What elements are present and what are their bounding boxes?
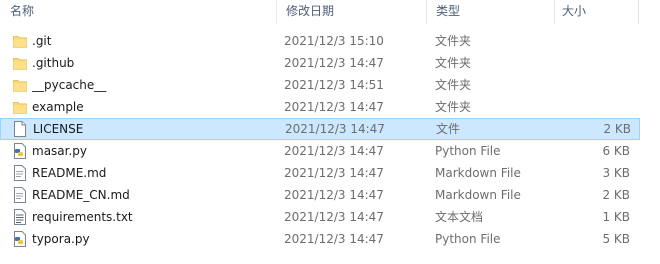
file-name: README_CN.md [32,188,130,202]
file-row[interactable]: .git 2021/12/3 15:10 文件夹 [0,30,640,52]
file-row-selected[interactable]: LICENSE 2021/12/3 14:47 文件 2 KB [0,118,640,140]
file-size: 2 KB [603,122,631,136]
file-size: 6 KB [602,144,630,158]
file-type: 文本文档 [435,210,484,224]
file-type: 文件夹 [435,100,472,114]
file-size: 2 KB [602,188,630,202]
file-date: 2021/12/3 14:47 [284,144,384,158]
file-row[interactable]: .github 2021/12/3 14:47 文件夹 [0,52,640,74]
file-list: .git 2021/12/3 15:10 文件夹 .github 2021/12… [0,30,660,250]
python-file-icon [13,231,27,247]
file-size: 5 KB [602,232,630,246]
file-name: requirements.txt [32,210,133,224]
file-row[interactable]: README_CN.md 2021/12/3 14:47 Markdown Fi… [0,184,640,206]
file-type: Markdown File [435,188,521,202]
file-date: 2021/12/3 14:51 [284,78,384,92]
column-header-bar: ^ 名称 修改日期 类型 大小 [0,0,660,26]
file-row[interactable]: example 2021/12/3 14:47 文件夹 [0,96,640,118]
file-row[interactable]: masar.py 2021/12/3 14:47 Python File 6 K… [0,140,640,162]
file-name: typora.py [32,232,90,246]
file-name: README.md [32,166,107,180]
column-header-date[interactable]: 修改日期 [276,0,426,24]
file-date: 2021/12/3 14:47 [285,122,385,136]
file-row[interactable]: typora.py 2021/12/3 14:47 Python File 5 … [0,228,640,250]
file-name: example [32,100,84,114]
column-divider[interactable] [638,0,639,24]
python-file-icon [13,143,27,159]
file-name: .github [32,56,75,70]
column-header-size[interactable]: 大小 [554,0,638,24]
markdown-file-icon [13,165,27,181]
file-date: 2021/12/3 14:47 [284,166,384,180]
file-date: 2021/12/3 14:47 [284,188,384,202]
column-header-name[interactable]: 名称 [0,0,276,24]
file-type: 文件夹 [435,34,472,48]
file-name: __pycache__ [32,78,107,92]
folder-icon [13,77,27,93]
file-date: 2021/12/3 14:47 [284,56,384,70]
file-explorer: ^ 名称 修改日期 类型 大小 .git 2021/12/3 15:10 文件夹… [0,0,660,264]
file-type: 文件 [436,122,461,136]
file-size: 3 KB [602,166,630,180]
folder-icon [13,33,27,49]
blank-file-icon [13,121,27,137]
file-size: 1 KB [602,210,630,224]
file-name: .git [32,34,52,48]
file-type: Markdown File [435,166,521,180]
file-row[interactable]: README.md 2021/12/3 14:47 Markdown File … [0,162,640,184]
column-header-type[interactable]: 类型 [426,0,554,24]
file-type: 文件夹 [435,56,472,70]
file-name: LICENSE [33,122,84,136]
file-type: 文件夹 [435,78,472,92]
folder-icon [13,55,27,71]
file-type: Python File [435,232,501,246]
file-date: 2021/12/3 14:47 [284,210,384,224]
file-type: Python File [435,144,501,158]
text-file-icon [13,209,27,225]
file-date: 2021/12/3 15:10 [284,34,384,48]
file-date: 2021/12/3 14:47 [284,100,384,114]
file-name: masar.py [32,144,88,158]
file-date: 2021/12/3 14:47 [284,232,384,246]
file-row[interactable]: requirements.txt 2021/12/3 14:47 文本文档 1 … [0,206,640,228]
markdown-file-icon [13,187,27,203]
folder-icon [13,99,27,115]
file-row[interactable]: __pycache__ 2021/12/3 14:51 文件夹 [0,74,640,96]
